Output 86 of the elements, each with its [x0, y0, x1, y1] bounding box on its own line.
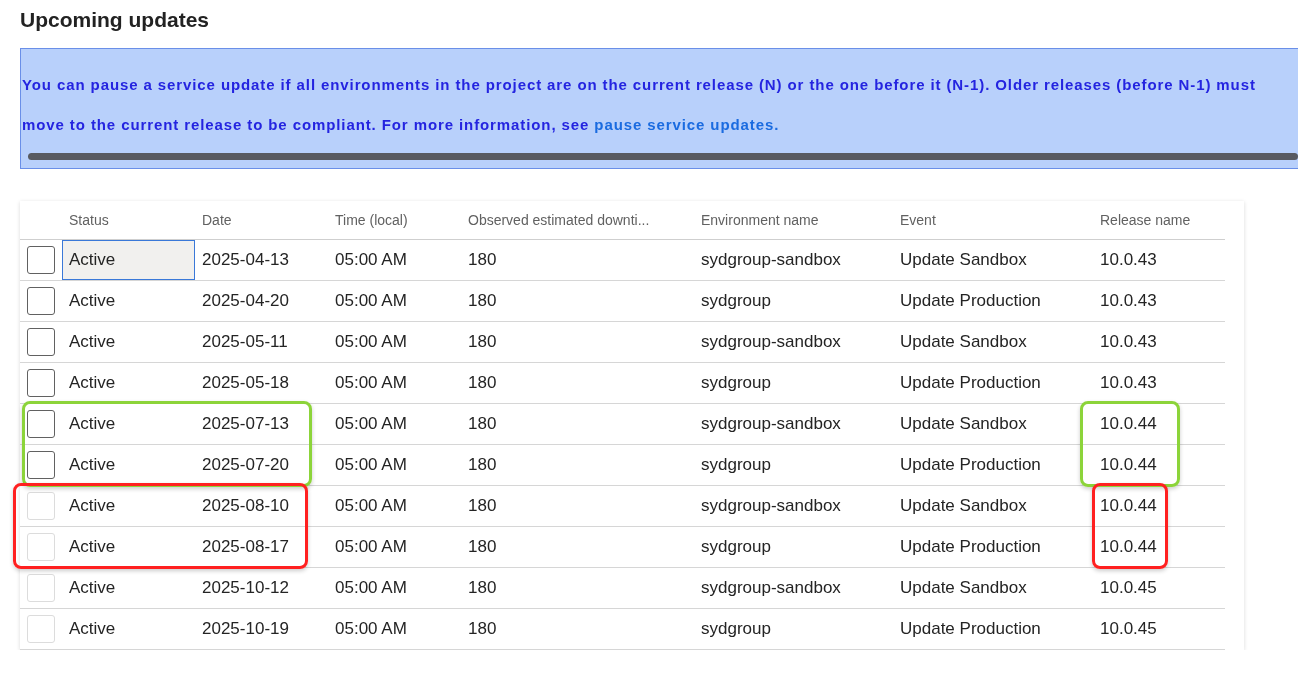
column-header[interactable]: Date [195, 212, 328, 228]
column-header[interactable]: Event [893, 212, 1093, 228]
table-cell-text: 05:00 AM [334, 495, 408, 517]
column-header[interactable]: Release name [1093, 212, 1225, 228]
table-cell-text: sydgroup-sandbox [700, 577, 842, 599]
page-title: Upcoming updates [20, 7, 210, 33]
table-cell-text: 2025-05-11 [201, 331, 289, 353]
table-cell-text: sydgroup [700, 618, 772, 640]
table-cell-text: Update Sandbox [899, 413, 1028, 435]
table-cell-text: 05:00 AM [334, 290, 408, 312]
table-cell-text: 05:00 AM [334, 454, 408, 476]
table-cell-text: sydgroup [700, 536, 772, 558]
table-cell-text: 2025-04-20 [201, 290, 290, 312]
table-cell-text: 05:00 AM [334, 249, 408, 271]
column-header[interactable]: Status [62, 212, 195, 228]
table-cell-text: 2025-08-17 [201, 536, 290, 558]
row-checkbox[interactable] [27, 410, 55, 438]
table-cell-text: 05:00 AM [334, 331, 408, 353]
row-checkbox[interactable] [27, 451, 55, 479]
column-header[interactable]: Observed estimated downti... [461, 212, 694, 228]
table-cell-text: sydgroup-sandbox [700, 413, 842, 435]
table-cell-text: 180 [467, 372, 498, 394]
table-cell-text: 2025-10-19 [201, 618, 290, 640]
table-cell-text: 180 [467, 618, 498, 640]
table-cell-text: Active [68, 372, 117, 394]
table-cell-text: Active [68, 413, 117, 435]
table-cell-text: 180 [467, 290, 498, 312]
row-checkbox[interactable] [27, 246, 55, 274]
table-cell-text: 180 [467, 495, 498, 517]
table-cell-text: 10.0.45 [1099, 618, 1158, 640]
table-cell-text: 2025-07-20 [201, 454, 290, 476]
table-cell-text: Update Sandbox [899, 331, 1028, 353]
table-cell-text: 10.0.45 [1099, 577, 1158, 599]
table-cell-text: 10.0.44 [1099, 454, 1158, 476]
table-cell-text: Update Production [899, 618, 1042, 640]
column-header[interactable]: Time (local) [328, 212, 461, 228]
table-cell-text: Update Production [899, 536, 1042, 558]
table-cell-text: 10.0.43 [1099, 372, 1158, 394]
table-cell-text: 180 [467, 413, 498, 435]
table-cell-text: Update Sandbox [899, 577, 1028, 599]
table-cell-text: 10.0.44 [1099, 536, 1158, 558]
row-checkbox[interactable] [27, 369, 55, 397]
table-cell-text: Update Sandbox [899, 249, 1028, 271]
row-checkbox[interactable] [27, 287, 55, 315]
table-cell: Active [62, 240, 195, 280]
table-cell-text: sydgroup-sandbox [700, 495, 842, 517]
table-cell-text: 10.0.44 [1099, 495, 1158, 517]
table-cell-text: 2025-04-13 [201, 249, 290, 271]
column-header[interactable]: Environment name [694, 212, 893, 228]
table-cell-text: Update Production [899, 372, 1042, 394]
table-cell-text: Update Production [899, 454, 1042, 476]
banner-text: You can pause a service update if all environments in the project are on the current release (N) or the one before it (N-1). Older releases (before N-1) must move to the current release to be compliant. For more information, see pause service updates. [22, 75, 1257, 135]
table-cell-text: 180 [467, 331, 498, 353]
table-cell-text: Active [68, 495, 117, 517]
table-cell-text: Update Sandbox [899, 495, 1028, 517]
table-cell-text: 180 [467, 577, 498, 599]
table-cell-text: 05:00 AM [334, 618, 408, 640]
table-cell-text: Active [68, 536, 117, 558]
table-cell-text: 05:00 AM [334, 413, 408, 435]
table-cell-text: Active [68, 577, 117, 599]
table-cell-text: sydgroup [700, 454, 772, 476]
table-cell-text: 180 [467, 536, 498, 558]
row-checkbox[interactable] [27, 328, 55, 356]
table-cell-text: sydgroup [700, 290, 772, 312]
table-cell-text: 05:00 AM [334, 536, 408, 558]
table-cell-text: 2025-08-10 [201, 495, 290, 517]
table-cell-text: Update Production [899, 290, 1042, 312]
table-cell-text: 180 [467, 454, 498, 476]
table-cell-text: 2025-10-12 [201, 577, 290, 599]
table-cell-text: 05:00 AM [334, 577, 408, 599]
table-cell-text: 10.0.43 [1099, 331, 1158, 353]
table-cell-text: 2025-05-18 [201, 372, 290, 394]
table-cell-text: 2025-07-13 [201, 413, 290, 435]
table-cell-text: 10.0.43 [1099, 290, 1158, 312]
table-cell-text: 10.0.44 [1099, 413, 1158, 435]
table-cell-text: 05:00 AM [334, 372, 408, 394]
table-cell-text: Active [68, 454, 117, 476]
table-cell-text: sydgroup-sandbox [700, 249, 842, 271]
table-cell-text: sydgroup-sandbox [700, 331, 842, 353]
table-cell-text: 10.0.43 [1099, 249, 1158, 271]
table-cell-text: 180 [467, 249, 498, 271]
table-cell-text: Active [68, 331, 117, 353]
table-cell-text: Active [68, 290, 117, 312]
table-cell-text: Active [68, 618, 117, 640]
scrollbar-thumb[interactable] [28, 153, 1298, 160]
table-cell-text: sydgroup [700, 372, 772, 394]
